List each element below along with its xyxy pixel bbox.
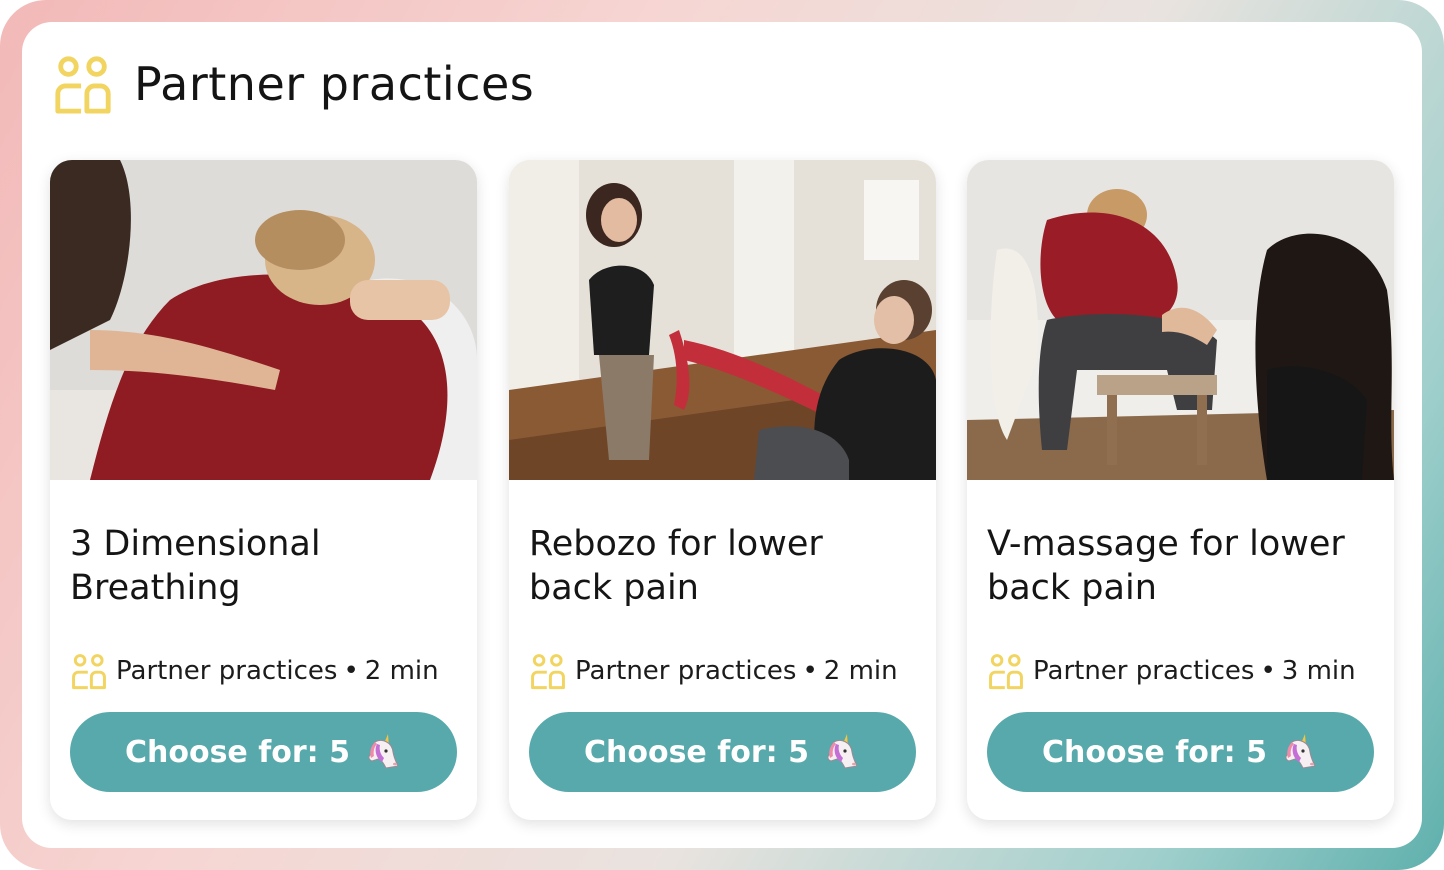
partner-icon <box>987 652 1025 690</box>
choose-button[interactable]: Choose for: 5 <box>70 712 457 792</box>
title-line: V-massage for lower <box>987 524 1345 564</box>
title-line: Rebozo for lower <box>529 524 823 564</box>
separator: • <box>343 656 359 686</box>
category-label: Partner practices <box>116 656 338 686</box>
practice-meta: Partner practices • 3 min <box>987 652 1356 690</box>
category-label: Partner practices <box>575 656 797 686</box>
unicorn-icon <box>362 732 402 772</box>
title-line: back pain <box>987 568 1157 608</box>
unicorn-icon <box>1279 732 1319 772</box>
practice-image[interactable] <box>509 160 936 480</box>
choose-button-label: Choose for: 5 <box>583 734 809 770</box>
practice-image[interactable] <box>967 160 1394 480</box>
partner-icon <box>52 53 114 115</box>
partner-practices-panel: Partner practices 3 Dimensional Breathin… <box>22 22 1422 848</box>
choose-button-label: Choose for: 5 <box>124 734 350 770</box>
gradient-frame: Partner practices 3 Dimensional Breathin… <box>0 0 1444 870</box>
practice-title: V-massage for lower back pain <box>987 522 1377 610</box>
duration-label: 3 min <box>1281 656 1356 686</box>
duration-label: 2 min <box>823 656 898 686</box>
choose-button[interactable]: Choose for: 5 <box>529 712 916 792</box>
choose-button-label: Choose for: 5 <box>1041 734 1267 770</box>
category-label: Partner practices <box>1033 656 1255 686</box>
title-line: 3 Dimensional <box>70 524 321 564</box>
practice-card[interactable]: 3 Dimensional Breathing Partner practice… <box>50 160 477 820</box>
practice-image[interactable] <box>50 160 477 480</box>
partner-icon <box>70 652 108 690</box>
separator: • <box>802 656 818 686</box>
title-line: back pain <box>529 568 699 608</box>
practice-title: Rebozo for lower back pain <box>529 522 919 610</box>
duration-label: 2 min <box>364 656 439 686</box>
unicorn-icon <box>821 732 861 772</box>
partner-icon <box>529 652 567 690</box>
practice-meta: Partner practices • 2 min <box>70 652 439 690</box>
practice-card[interactable]: V-massage for lower back pain Partner pr… <box>967 160 1394 820</box>
separator: • <box>1260 656 1276 686</box>
page-title: Partner practices <box>134 57 535 111</box>
practice-meta: Partner practices • 2 min <box>529 652 898 690</box>
choose-button[interactable]: Choose for: 5 <box>987 712 1374 792</box>
practice-title: 3 Dimensional Breathing <box>70 522 460 610</box>
practice-card[interactable]: Rebozo for lower back pain Partner pract… <box>509 160 936 820</box>
section-header: Partner practices <box>52 52 534 116</box>
title-line: Breathing <box>70 568 241 608</box>
